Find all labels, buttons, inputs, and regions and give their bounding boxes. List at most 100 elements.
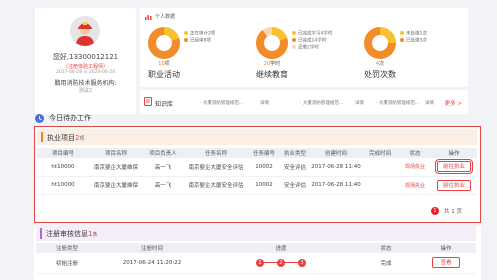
stat-career-activity[interactable]: 正在审计2项 已经审8项 10项 职业活动 — [142, 25, 246, 85]
registration-section: 注册审核信息1条 注册类型 注册时间 进度 状态 操作 初始注册 2017-06… — [34, 226, 481, 280]
cell-created: 2017-06-28 11:40 — [311, 158, 361, 177]
col-header: 进度 — [206, 243, 356, 253]
legend-dot — [292, 31, 296, 35]
col-header: 操作 — [416, 243, 476, 253]
cell-task: 南京婴企大厦安全评估 — [183, 158, 249, 177]
section-accent-bar — [40, 228, 42, 239]
cell-created: 2017-06-28 11:40 — [311, 176, 361, 195]
col-header: 任务名称 — [183, 148, 249, 158]
stats-header: 个人数据 — [145, 13, 175, 20]
kb-title: 知识库 — [155, 101, 174, 108]
donut-hole — [156, 35, 172, 51]
table-row: ht10000 南京婴企大厦维保 高一飞 南京婴企大厦安全评估 10002 安全… — [37, 158, 477, 177]
cell-status: 现场执业 — [399, 158, 431, 177]
stat-count: 4次 — [375, 61, 385, 67]
kb-detail-link[interactable]: 详情 — [425, 100, 434, 106]
page-number-current[interactable]: 1 — [431, 207, 439, 215]
avatar[interactable] — [70, 16, 100, 46]
progress-steps: 1 2 3 — [256, 258, 306, 268]
kb-article-link[interactable]: · 大厦消防管理规范... — [200, 100, 243, 106]
cell-code: ht10000 — [37, 176, 89, 195]
col-header: 创建时间 — [311, 148, 361, 158]
user-validity: 2017-06-28 ◎ 2020-06-24 — [55, 70, 116, 75]
kb-article-link[interactable]: · 大厦消防管理规范... — [300, 100, 343, 106]
legend-item: 已完成14学时 — [292, 37, 332, 45]
stat-legend: 已完成学习4学时 已完成14学时 还需2学时 — [292, 31, 332, 52]
cell-name: 南京婴企大厦维保 — [89, 176, 143, 195]
knowledge-base-bar: 知识库 · 大厦消防管理规范... 详情 · 大厦消防管理规范... 详情 · … — [140, 90, 468, 114]
clock-icon — [35, 113, 44, 123]
stat-legend: 未处理1次 已处理3次 — [400, 31, 427, 45]
kb-article-link[interactable]: · 大厦消防管理规范... — [376, 100, 419, 106]
status-link[interactable]: 现场执业 — [405, 164, 425, 170]
table-header-row: 项目编号 项目名称 项目负责人 任务名称 任务编号 执业类型 创建时间 完成时间… — [37, 148, 477, 158]
projects-title: 执业项目2项 — [47, 134, 85, 142]
table-row: 初始注册 2017-06-24 11:20:22 1 2 3 完成 查看 — [36, 253, 476, 274]
legend-item: 未处理1次 — [400, 31, 427, 38]
user-organization-name: 测试2 — [78, 88, 93, 94]
user-role-warning: （注册体验工程师） — [62, 64, 108, 70]
cell-task: 南京婴企大厦安全评估 — [183, 176, 249, 195]
profile-card: 您好,13300012121 （注册体验工程师） 2017-06-28 ◎ 20… — [35, 8, 136, 114]
legend-item: 已经审8项 — [184, 37, 215, 45]
col-header: 状态 — [399, 148, 431, 158]
cell-name: 南京婴企大厦维保 — [89, 158, 143, 177]
projects-header: 执业项目2项 — [37, 129, 477, 145]
cell-reg-status: 完成 — [356, 253, 416, 274]
kb-more-link[interactable]: 更多 > — [445, 99, 462, 107]
projects-table: 项目编号 项目名称 项目负责人 任务名称 任务编号 执业类型 创建时间 完成时间… — [37, 148, 477, 195]
projects-section: 执业项目2项 项目编号 项目名称 项目负责人 任务名称 任务编号 执业类型 创建… — [34, 126, 481, 223]
table-row: ht10000 南京婴企大厦维保 高一飞 南京婴企大厦安全评估 10002 安全… — [37, 176, 477, 195]
cell-status: 现场执业 — [399, 176, 431, 195]
stat-count: 20学时 — [263, 61, 281, 67]
todo-title-text: 今日待办工作 — [49, 114, 91, 122]
cell-finished — [361, 176, 399, 195]
col-header: 状态 — [356, 243, 416, 253]
legend-dot — [400, 31, 404, 35]
legend-dot — [292, 44, 296, 49]
cell-reg-time: 2017-06-24 11:20:22 — [98, 253, 206, 274]
registration-table: 注册类型 注册时间 进度 状态 操作 初始注册 2017-06-24 11:20… — [36, 243, 476, 274]
table-header-row: 注册类型 注册时间 进度 状态 操作 — [36, 243, 476, 253]
stat-pie-chart — [364, 27, 396, 59]
firefighter-avatar-icon — [70, 16, 100, 46]
kb-detail-link[interactable]: 详情 — [355, 100, 364, 106]
cell-type: 安全评估 — [279, 158, 311, 177]
progress-step: 1 — [256, 258, 264, 267]
kb-detail-link[interactable]: 详情 — [260, 100, 269, 106]
stat-pie-chart — [148, 27, 180, 59]
donut-hole — [264, 35, 280, 51]
registration-title: 注册审核信息1条 — [46, 230, 98, 238]
stat-pie-chart — [256, 27, 288, 59]
view-button[interactable]: 查看 — [432, 257, 460, 269]
legend-item: 已处理3次 — [400, 37, 427, 45]
cell-finished — [361, 158, 399, 177]
personal-stats-card: 个人数据 正在审计2项 已经审8项 10项 职业活动 已完成学习4学时 已完成1… — [140, 8, 468, 87]
stat-penalties[interactable]: 未处理1次 已处理3次 4次 处罚次数 — [358, 25, 462, 85]
cell-type: 安全评估 — [279, 176, 311, 195]
todo-section-title: 今日待办工作 — [35, 113, 91, 123]
cell-code: ht10000 — [37, 158, 89, 177]
col-header: 项目负责人 — [143, 148, 183, 158]
user-organization-label: 鹏用消防技术服务机构: — [54, 80, 117, 87]
stat-legend: 正在审计2项 已经审8项 — [184, 31, 215, 45]
cell-reg-type: 初始注册 — [36, 253, 98, 274]
book-icon — [144, 97, 152, 106]
col-header: 项目编号 — [37, 148, 89, 158]
col-header: 执业类型 — [279, 148, 311, 158]
go-practice-button[interactable]: 前往执业 — [437, 179, 471, 191]
progress-step: 3 — [298, 258, 306, 267]
pagination: 1 共 1 页 — [431, 207, 462, 215]
col-header: 项目名称 — [89, 148, 143, 158]
legend-dot — [400, 37, 404, 42]
stat-name: 职业活动 — [148, 70, 180, 79]
stat-continuing-education[interactable]: 已完成学习4学时 已完成14学时 还需2学时 20学时 继续教育 — [250, 25, 354, 85]
stat-name: 继续教育 — [256, 70, 288, 79]
cell-action: 前往执业 — [431, 176, 477, 195]
stat-name: 处罚次数 — [364, 70, 396, 79]
legend-dot — [292, 37, 296, 42]
go-practice-button[interactable]: 前往执业 — [435, 159, 473, 175]
status-link[interactable]: 现场执业 — [405, 183, 425, 189]
section-accent-bar — [41, 132, 43, 142]
legend-item: 还需2学时 — [292, 44, 332, 52]
